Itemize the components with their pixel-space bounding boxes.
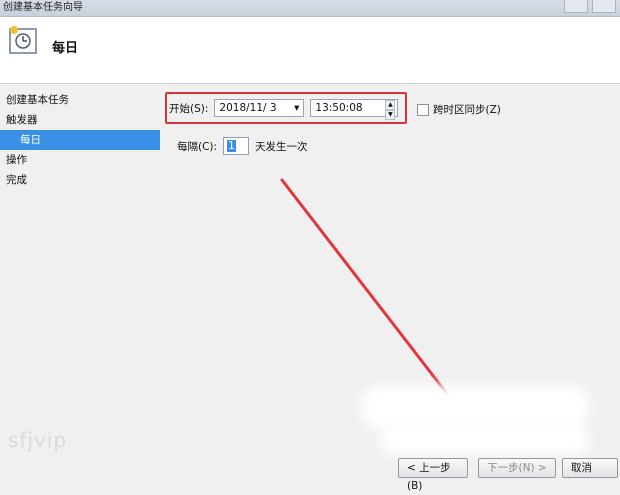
back-button[interactable]: < 上一步(B) (398, 458, 468, 492)
watermark: sfjvip (8, 428, 68, 452)
next-button[interactable]: 下一步(N) > (478, 458, 556, 478)
blur-redaction (360, 385, 590, 430)
blur-redaction (380, 425, 590, 455)
cancel-button[interactable]: 取消 (562, 458, 618, 478)
